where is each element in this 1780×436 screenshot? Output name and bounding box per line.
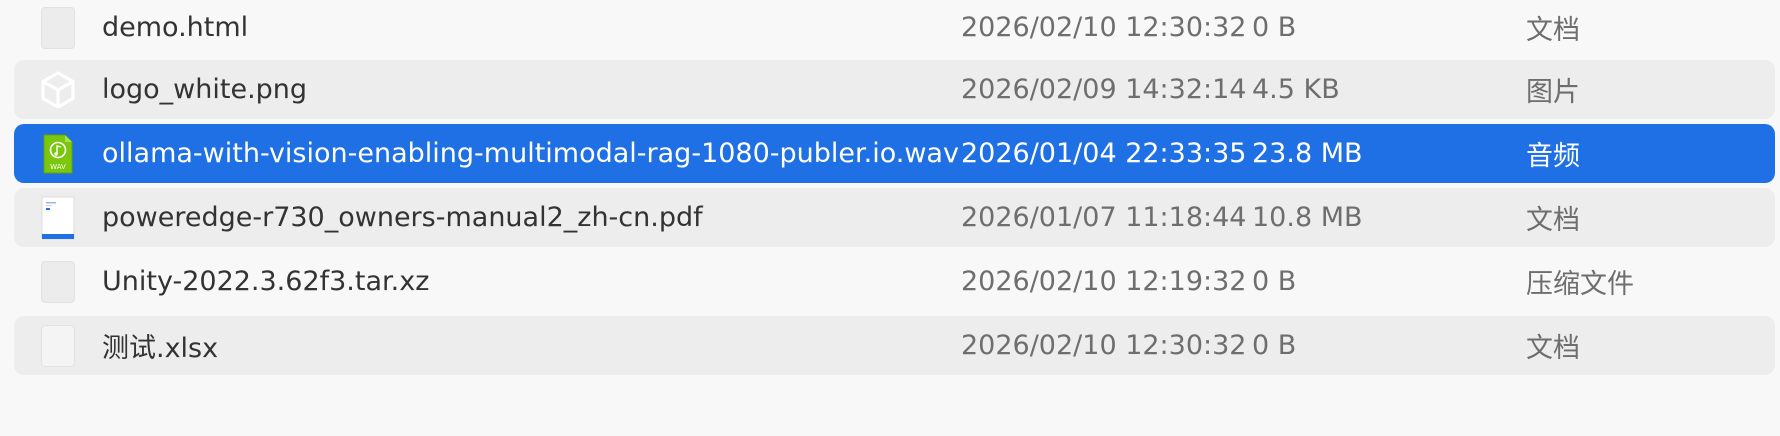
file-modified-date: 2026/02/09 14:32:14 [961, 74, 1247, 105]
file-row[interactable]: logo_white.png 2026/02/09 14:32:14 4.5 K… [14, 60, 1775, 119]
file-name: ollama-with-vision-enabling-multimodal-r… [102, 138, 959, 169]
file-name: logo_white.png [102, 74, 308, 105]
blank-file-icon [41, 6, 75, 49]
file-modified-date: 2026/01/07 11:18:44 [961, 202, 1247, 233]
file-name: Unity-2022.3.62f3.tar.xz [102, 266, 430, 297]
image-cube-icon [40, 70, 76, 110]
blank-file-icon [41, 324, 75, 367]
file-list: demo.html 2026/02/10 12:30:32 0 B 文档 log… [14, 0, 1775, 380]
file-kind: 文档 [1526, 15, 1580, 46]
file-icon-cell [38, 252, 78, 311]
file-name: 测试.xlsx [102, 333, 219, 364]
blank-file-icon [41, 260, 75, 303]
file-modified-date: 2026/01/04 22:33:35 [961, 138, 1247, 169]
file-modified-date: 2026/02/10 12:19:32 [961, 266, 1247, 297]
file-name: demo.html [102, 12, 249, 43]
file-size: 10.8 MB [1252, 202, 1363, 233]
file-modified-date: 2026/02/10 12:30:32 [961, 330, 1247, 361]
file-kind: 压缩文件 [1526, 269, 1634, 300]
file-icon-cell [38, 316, 78, 375]
file-kind: 文档 [1526, 333, 1580, 364]
file-size: 23.8 MB [1252, 138, 1363, 169]
file-icon-cell [38, 60, 78, 119]
wav-icon-label: WAV [50, 163, 66, 171]
file-size: 0 B [1252, 266, 1297, 297]
file-kind: 图片 [1526, 77, 1580, 108]
file-row-selected[interactable]: WAV ollama-with-vision-enabling-multimod… [14, 124, 1775, 183]
file-icon-cell [38, 188, 78, 247]
file-kind: 音频 [1526, 141, 1580, 172]
file-row[interactable]: demo.html 2026/02/10 12:30:32 0 B 文档 [14, 0, 1775, 55]
wav-audio-icon: WAV [41, 133, 75, 175]
file-row[interactable]: Unity-2022.3.62f3.tar.xz 2026/02/10 12:1… [14, 252, 1775, 311]
pdf-thumbnail-icon [41, 196, 75, 240]
file-row[interactable]: poweredge-r730_owners-manual2_zh-cn.pdf … [14, 188, 1775, 247]
file-row[interactable]: 测试.xlsx 2026/02/10 12:30:32 0 B 文档 [14, 316, 1775, 375]
file-modified-date: 2026/02/10 12:30:32 [961, 12, 1247, 43]
file-name: poweredge-r730_owners-manual2_zh-cn.pdf [102, 202, 703, 233]
file-icon-cell: WAV [38, 124, 78, 183]
file-icon-cell [38, 0, 78, 55]
file-size: 0 B [1252, 330, 1297, 361]
file-size: 4.5 KB [1252, 74, 1340, 105]
file-size: 0 B [1252, 12, 1297, 43]
file-kind: 文档 [1526, 205, 1580, 236]
